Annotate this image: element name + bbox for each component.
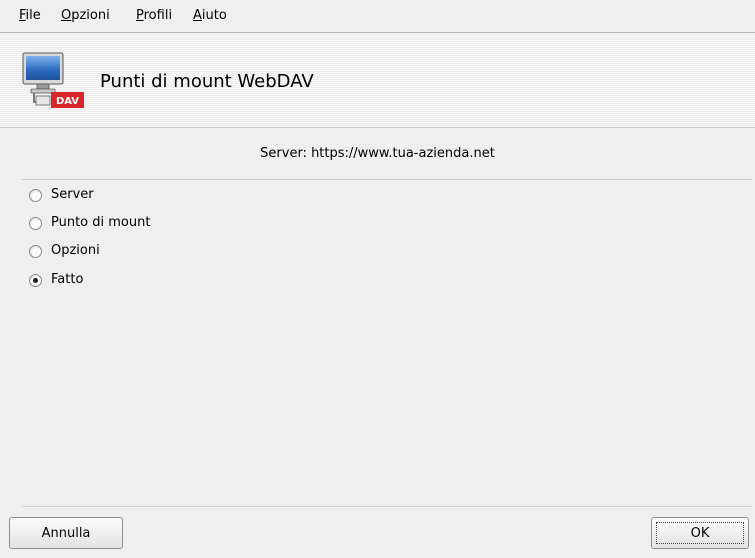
step-server[interactable]: Server [29,185,94,205]
step-fatto[interactable]: Fatto [29,270,83,290]
step-opzioni[interactable]: Opzioni [29,241,100,261]
menu-aiuto-label: iuto [201,8,227,23]
dav-badge-text: DAV [56,96,79,107]
cancel-button[interactable]: Annulla [9,517,123,549]
ok-button-label: OK [656,522,744,544]
menu-profili-label: rofili [143,8,173,23]
separator [22,179,752,180]
ok-button[interactable]: OK [651,517,749,549]
radio-server[interactable] [29,188,42,202]
button-area-separator [22,506,752,507]
menu-file-label: ile [25,8,41,23]
menu-aiuto[interactable]: Aiuto [193,8,227,24]
step-opzioni-label: Opzioni [51,243,100,258]
server-url-label: Server: https://www.tua-azienda.net [260,146,495,161]
radio-punto-di-mount[interactable] [29,216,42,230]
step-punto-di-mount-label: Punto di mount [51,215,151,230]
menu-opzioni-label: pzioni [71,8,110,23]
step-punto-di-mount[interactable]: Punto di mount [29,213,150,233]
radio-fatto[interactable] [29,273,42,287]
wizard-header: DAV Punti di mount WebDAV [0,34,755,128]
menu-file[interactable]: File [19,8,41,24]
menu-profili-accelerator: P [136,8,144,23]
menu-bar: File Opzioni Profili Aiuto [0,0,755,33]
step-server-label: Server [51,187,94,202]
radio-opzioni[interactable] [29,244,42,258]
webdav-monitor-icon: DAV [22,52,84,108]
step-fatto-label: Fatto [51,272,84,287]
menu-opzioni[interactable]: Opzioni [61,8,110,24]
wizard-title: Punti di mount WebDAV [100,71,314,92]
menu-profili[interactable]: Profili [136,8,172,24]
menu-opzioni-accelerator: O [61,8,72,23]
menu-aiuto-accelerator: A [193,8,202,23]
